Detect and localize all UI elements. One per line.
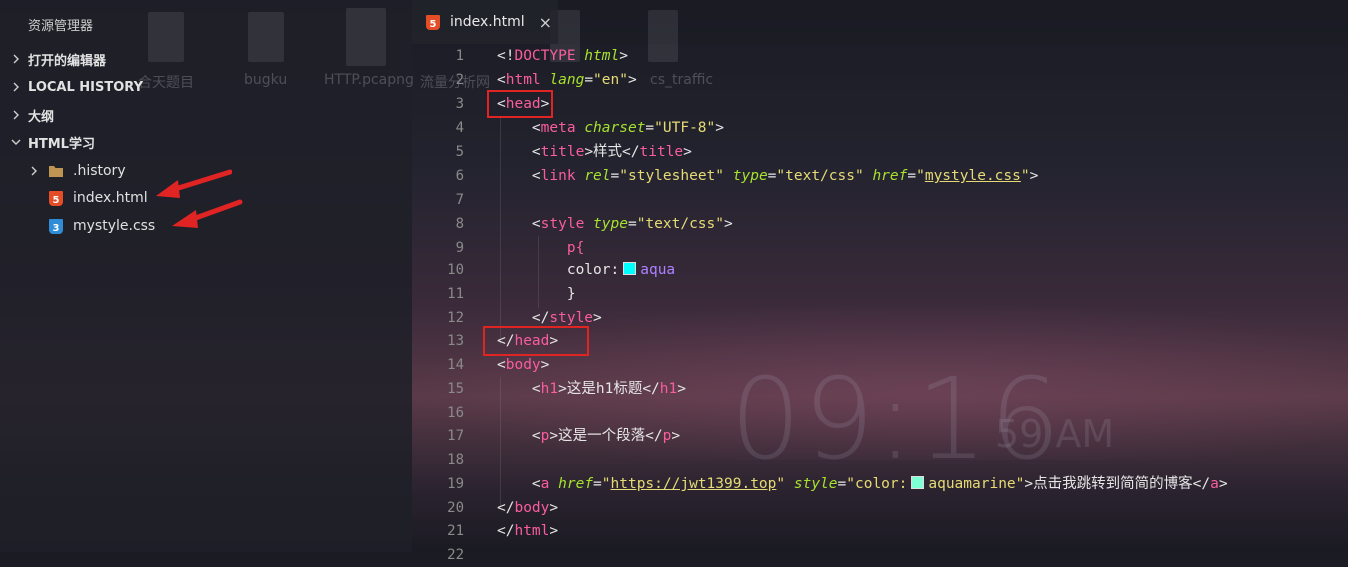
chevron-down-icon <box>11 139 21 145</box>
code-line: <meta charset="UTF-8"> <box>531 120 724 136</box>
line-number: 7 <box>455 192 464 208</box>
code-link[interactable]: mystyle.css <box>925 168 1021 184</box>
line-number: 18 <box>447 452 464 468</box>
code-line: <a href="https://jwt1399.top" style="col… <box>531 476 1228 492</box>
line-number: 16 <box>447 405 464 421</box>
tab-index-html[interactable]: 5 index.html × <box>412 0 558 44</box>
html5-icon: 5 <box>48 190 64 206</box>
section-workspace[interactable]: HTML学习 <box>0 130 412 154</box>
file-label: .history <box>73 163 126 179</box>
section-label: HTML学习 <box>28 136 95 152</box>
code-line: </html> <box>497 523 559 539</box>
code-line: <h1>这是h1标题</h1> <box>531 381 686 397</box>
explorer-sidebar: 合天题目 bugku HTTP.pcapng 资源管理器 打开的编辑器 LOCA… <box>0 0 414 552</box>
code-editor[interactable]: 1 2 3 4 5 6 7 8 9 10 11 12 13 14 15 16 1… <box>412 44 1348 563</box>
code-line: } <box>566 286 576 302</box>
code-line: <body> <box>497 357 550 373</box>
line-number: 11 <box>447 286 464 302</box>
chevron-right-icon <box>31 166 37 176</box>
chevron-right-icon <box>13 110 19 120</box>
line-number: 3 <box>455 96 464 112</box>
line-number: 8 <box>455 216 464 232</box>
code-line: <p>这是一个段落</p> <box>531 428 681 444</box>
close-icon[interactable]: × <box>539 13 552 32</box>
line-number: 10 <box>447 262 464 278</box>
annotation-arrow-icon <box>172 199 243 228</box>
file-label: index.html <box>73 190 148 206</box>
line-number: 15 <box>447 381 464 397</box>
code-line: <link rel="stylesheet" type="text/css" h… <box>531 168 1039 184</box>
file-label: mystyle.css <box>73 218 156 234</box>
tab-label: index.html <box>450 14 525 30</box>
tree-item-mystyle-css[interactable]: 3 mystyle.css <box>48 214 155 238</box>
html5-icon: 5 <box>426 14 440 30</box>
annotation-arrow-icon <box>156 169 232 198</box>
section-label: 大纲 <box>28 109 55 125</box>
section-open-editors[interactable]: 打开的编辑器 <box>0 47 412 71</box>
line-number: 1 <box>455 48 464 64</box>
code-line: <style type="text/css"> <box>531 216 733 232</box>
code-link[interactable]: https://jwt1399.top <box>611 476 777 492</box>
color-swatch[interactable] <box>911 476 925 489</box>
chevron-right-icon <box>13 54 19 64</box>
tree-item-index-html[interactable]: 5 index.html <box>48 186 148 210</box>
line-number: 9 <box>455 240 464 256</box>
tree-item-history-folder[interactable]: .history <box>28 159 126 183</box>
line-number: 20 <box>447 500 464 516</box>
line-number: 2 <box>455 72 464 88</box>
section-outline[interactable]: 大纲 <box>0 103 412 127</box>
section-local-history[interactable]: LOCAL HISTORY <box>0 75 412 99</box>
code-line: color: aqua <box>566 262 676 278</box>
line-number: 21 <box>447 523 464 539</box>
line-number: 14 <box>447 357 464 373</box>
code-line: </body> <box>497 500 559 516</box>
section-label: LOCAL HISTORY <box>28 79 143 95</box>
css3-icon: 3 <box>48 218 64 234</box>
code-line: <html lang="en"> <box>497 72 637 88</box>
line-number: 5 <box>455 144 464 160</box>
chevron-right-icon <box>13 82 19 92</box>
line-number: 22 <box>447 547 464 563</box>
code-line: <title>样式</title> <box>531 144 692 160</box>
line-number: 12 <box>447 310 464 326</box>
line-number: 6 <box>455 168 464 184</box>
folder-icon <box>48 163 64 179</box>
section-label: 打开的编辑器 <box>28 53 107 69</box>
code-line: p{ <box>566 240 585 256</box>
line-number: 4 <box>455 120 464 136</box>
annotation-box-head-open <box>487 90 553 118</box>
line-number: 13 <box>447 333 464 349</box>
explorer-title: 资源管理器 <box>28 19 94 34</box>
code-line: <!DOCTYPE html> <box>497 48 628 64</box>
color-swatch[interactable] <box>623 262 637 275</box>
annotation-box-head-close <box>483 326 589 356</box>
line-number: 19 <box>447 476 464 492</box>
line-number: 17 <box>447 428 464 444</box>
